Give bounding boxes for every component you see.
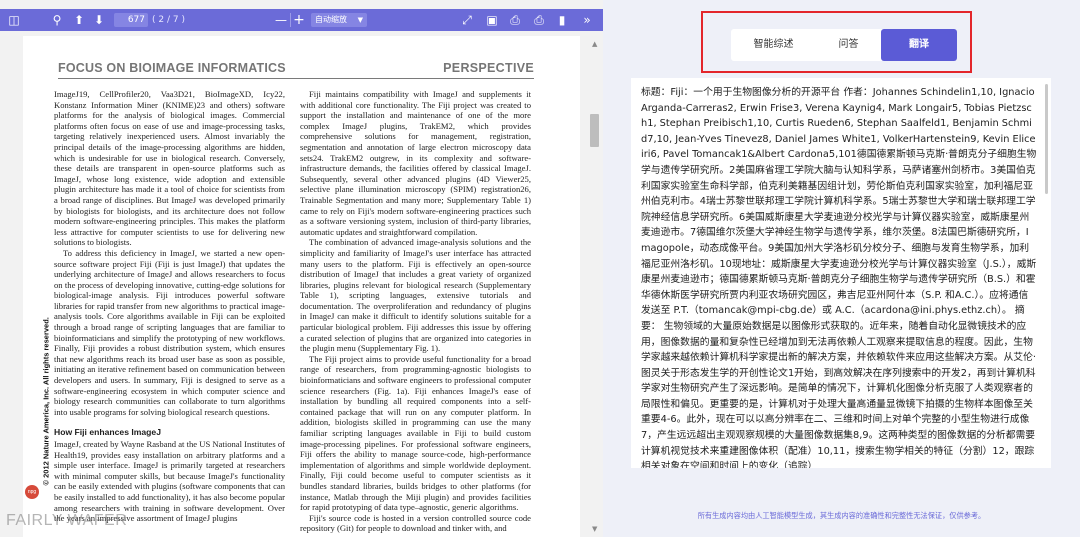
article-column-right: Fiji maintains compatibility with ImageJ… [300,89,531,534]
search-icon[interactable]: ⚲ [50,13,64,27]
pdf-scrollbar-thumb[interactable] [590,114,599,147]
next-page-icon[interactable]: ⬇ [92,13,106,27]
article-paragraph: Fiji maintains compatibility with ImageJ… [300,89,531,237]
scroll-down-icon[interactable]: ▼ [592,525,597,533]
copyright-notice: © 2012 Nature America, Inc. All rights r… [41,317,51,486]
pdf-scrollbar[interactable] [587,36,603,537]
fullscreen-icon[interactable]: ⤢ [460,13,474,27]
page-count: ( 2 / 7 ) [152,15,185,25]
open-file-icon[interactable]: ▣ [485,13,499,27]
tab-bar: 智能综述 问答 翻译 [731,29,957,61]
previous-page-icon[interactable]: ⬆ [72,13,86,27]
assistant-panel: 智能综述 问答 翻译 标题：Fiji：一个用于生物图像分析的开源平台 作者：Jo… [603,0,1080,537]
tab-summary[interactable]: 智能综述 [731,29,816,61]
section-heading: How Fiji enhances ImageJ [54,427,161,438]
pdf-page: FOCUS ON BIOIMAGE INFORMATICS PERSPECTIV… [23,36,580,537]
more-tools-icon[interactable]: » [580,13,594,27]
download-icon[interactable]: ⎙ [532,13,546,27]
page-number-input[interactable]: 677 [114,13,148,27]
page-header-section: FOCUS ON BIOIMAGE INFORMATICS [58,61,286,75]
page-header: FOCUS ON BIOIMAGE INFORMATICS PERSPECTIV… [58,61,534,79]
toolbar-divider [290,13,291,27]
npg-logo: npg [25,485,39,499]
watermark: FAIRLY WAFER [6,512,128,529]
article-paragraph: Fiji's source code is hosted in a versio… [300,512,531,534]
tabs-highlight-box: 智能综述 问答 翻译 [701,11,972,73]
zoom-out-button[interactable]: — [274,13,288,27]
ai-disclaimer: 所有生成内容均由人工智能模型生成，其生成内容的准确性和完整性无法保证，仅供参考。 [697,511,986,520]
translation-card: 标题：Fiji：一个用于生物图像分析的开源平台 作者：Johannes Schi… [631,78,1051,468]
zoom-select-value: 自动缩放 [315,15,347,24]
tab-translate[interactable]: 翻译 [881,29,957,61]
pdf-toolbar: ◫ ⚲ ⬆ ⬇ 677 ( 2 / 7 ) — + 自动缩放 ▼ ⤢ ▣ ⎙ ⎙ … [0,9,603,31]
tab-qa[interactable]: 问答 [816,29,881,61]
chevron-down-icon: ▼ [357,16,363,24]
bookmark-icon[interactable]: ▮ [555,13,569,27]
page-header-type: PERSPECTIVE [443,61,534,75]
translation-scrollbar[interactable] [1045,84,1048,194]
article-paragraph: ImageJ19, CellProfiler20, Vaa3D21, BioIm… [54,89,285,248]
sidebar-toggle-icon[interactable]: ◫ [7,13,21,27]
article-column-left: ImageJ19, CellProfiler20, Vaa3D21, BioIm… [54,89,285,524]
zoom-select[interactable]: 自动缩放 ▼ [311,13,367,27]
translation-text: 标题：Fiji：一个用于生物图像分析的开源平台 作者：Johannes Schi… [641,87,1037,468]
pdf-viewer: ◫ ⚲ ⬆ ⬇ 677 ( 2 / 7 ) — + 自动缩放 ▼ ⤢ ▣ ⎙ ⎙ … [0,0,603,537]
zoom-in-button[interactable]: + [292,13,306,27]
article-paragraph: The combination of advanced image-analys… [300,237,531,354]
scroll-up-icon[interactable]: ▲ [592,40,597,48]
print-icon[interactable]: ⎙ [508,13,522,27]
article-paragraph: The Fiji project aims to provide useful … [300,353,531,513]
article-paragraph: To address this deficiency in ImageJ, we… [54,247,285,417]
